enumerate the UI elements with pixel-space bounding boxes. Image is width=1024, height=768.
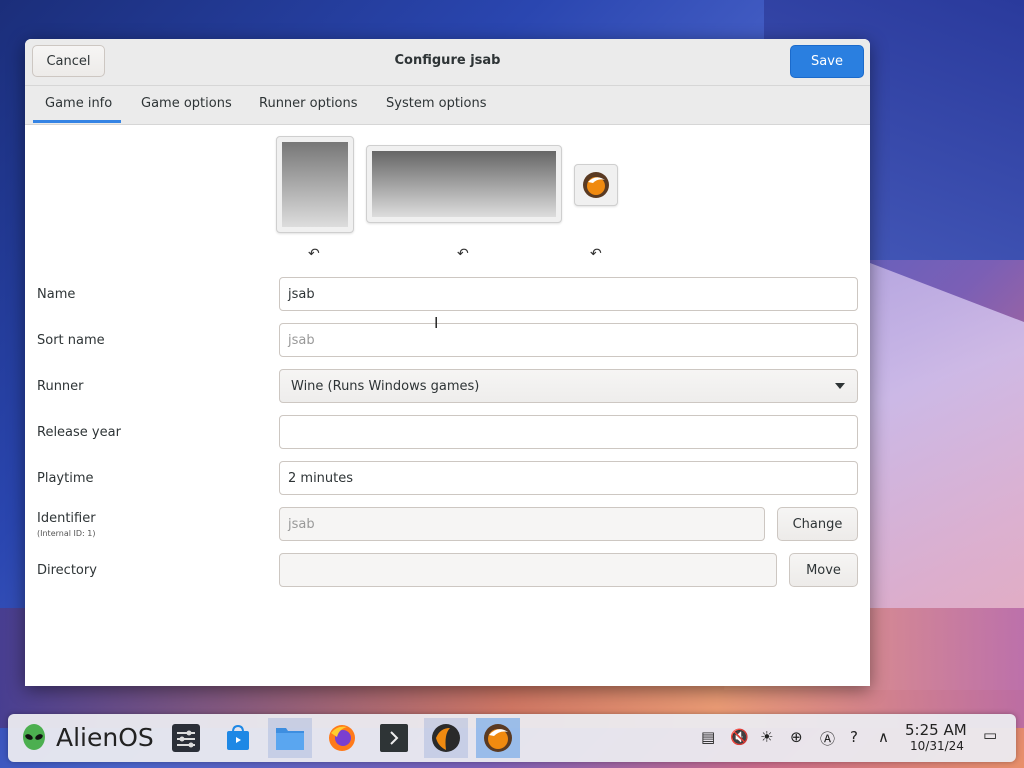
runner-label: Runner <box>37 379 84 394</box>
clock-time[interactable]: 5:25 AM <box>905 721 967 739</box>
sort-name-label: Sort name <box>37 333 105 348</box>
name-input[interactable]: jsab <box>279 277 858 311</box>
directory-label: Directory <box>37 563 97 578</box>
release-year-label: Release year <box>37 425 121 440</box>
clipboard-icon[interactable]: ▤ <box>701 728 715 746</box>
tab-system-options[interactable]: System options <box>386 96 487 111</box>
save-button[interactable]: Save <box>790 45 864 78</box>
lutris-icon <box>583 172 609 198</box>
playtime-label: Playtime <box>37 471 94 486</box>
configure-dialog: Cancel Configure jsab Save Game info Gam… <box>25 39 870 686</box>
lutris-game-icon <box>484 724 512 752</box>
brightness-icon[interactable]: ☀ <box>760 728 773 746</box>
reset-icon-icon[interactable]: ↶ <box>590 246 602 262</box>
show-desktop-icon[interactable]: ▭ <box>983 726 997 744</box>
text-cursor-icon: I <box>434 314 439 332</box>
cover-placeholder <box>282 142 348 227</box>
chevron-down-icon <box>835 383 845 389</box>
header-bar: Cancel Configure jsab Save <box>25 39 870 86</box>
active-tab-indicator <box>33 120 121 123</box>
brand-label[interactable]: AlienOS <box>56 723 154 752</box>
taskbar-firefox[interactable] <box>320 718 364 758</box>
tab-runner-options[interactable]: Runner options <box>259 96 358 111</box>
reset-cover-icon[interactable]: ↶ <box>308 246 320 262</box>
tab-game-options[interactable]: Game options <box>141 96 232 111</box>
runner-value: Wine (Runs Windows games) <box>291 378 480 394</box>
store-icon <box>227 724 249 750</box>
taskbar-settings[interactable] <box>164 718 208 758</box>
directory-input[interactable] <box>279 553 777 587</box>
taskbar-files[interactable] <box>268 718 312 758</box>
tab-bar: Game info Game options Runner options Sy… <box>25 86 870 125</box>
taskbar-lutris-game[interactable] <box>476 718 520 758</box>
taskbar-lutris[interactable] <box>424 718 468 758</box>
settings-icon <box>172 724 200 752</box>
identifier-label: Identifier <box>37 511 96 526</box>
terminal-icon <box>380 724 408 752</box>
tab-game-info[interactable]: Game info <box>45 96 112 111</box>
taskbar-store[interactable] <box>216 718 260 758</box>
network-icon[interactable]: ⊕ <box>790 728 803 746</box>
clock-date[interactable]: 10/31/24 <box>910 739 964 753</box>
keyboard-layout-icon[interactable]: Ⓐ <box>820 728 835 749</box>
reset-banner-icon[interactable]: ↶ <box>457 246 469 262</box>
internal-id-label: (Internal ID: 1) <box>37 529 96 538</box>
chevron-up-icon[interactable]: ∧ <box>878 728 889 746</box>
cover-image-button[interactable] <box>276 136 354 233</box>
files-icon <box>276 728 304 750</box>
dialog-title: Configure jsab <box>394 53 501 68</box>
volume-muted-icon[interactable]: 🔇 <box>730 728 749 746</box>
name-label: Name <box>37 287 76 302</box>
identifier-input[interactable]: jsab <box>279 507 765 541</box>
playtime-input[interactable]: 2 minutes <box>279 461 858 495</box>
help-icon[interactable]: ? <box>850 728 858 746</box>
firefox-icon <box>329 725 355 751</box>
banner-placeholder <box>372 151 556 217</box>
runner-dropdown[interactable]: Wine (Runs Windows games) <box>279 369 858 403</box>
sort-name-input[interactable]: jsab <box>279 323 858 357</box>
release-year-input[interactable] <box>279 415 858 449</box>
icon-image-button[interactable] <box>574 164 618 206</box>
taskbar: AlienOS ▤ 🔇 ☀ ⊕ Ⓐ ? ∧ 5:25 AM 10/31/24 ▭ <box>8 714 1016 762</box>
change-button[interactable]: Change <box>777 507 858 541</box>
taskbar-terminal[interactable] <box>372 718 416 758</box>
lutris-icon <box>432 724 460 752</box>
banner-image-button[interactable] <box>366 145 562 223</box>
alien-logo-icon[interactable] <box>20 724 48 754</box>
move-button[interactable]: Move <box>789 553 858 587</box>
